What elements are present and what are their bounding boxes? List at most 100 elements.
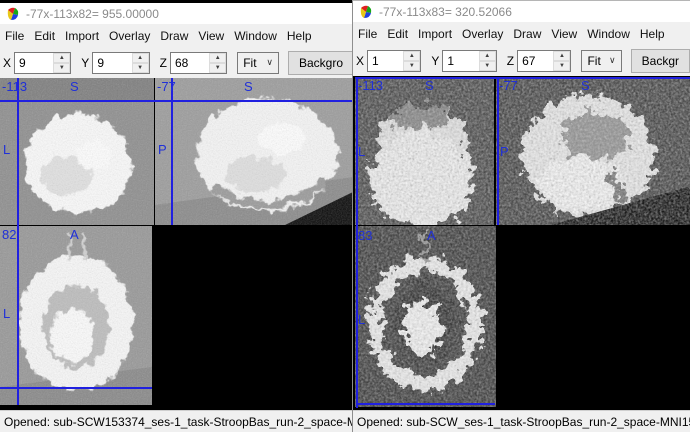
y-coordinate-value[interactable]: 9: [93, 53, 131, 73]
menu-file[interactable]: File: [353, 25, 382, 43]
orientation-label-superior: S: [70, 79, 79, 94]
slice-display-area[interactable]: -113 S L -77 S P 82 A L: [0, 78, 354, 410]
menu-file[interactable]: File: [0, 27, 29, 45]
menu-edit[interactable]: Edit: [382, 25, 413, 43]
menu-help[interactable]: Help: [635, 25, 670, 43]
zoom-mode-value: Fit: [243, 56, 256, 70]
menu-draw[interactable]: Draw: [508, 25, 546, 43]
menu-window[interactable]: Window: [229, 27, 282, 45]
x-spin-down-button[interactable]: ▼: [53, 63, 70, 73]
axial-brain-image[interactable]: [0, 226, 152, 405]
menu-view[interactable]: View: [193, 27, 229, 45]
y-coordinate-label: Y: [431, 54, 439, 68]
crosshair-horizontal-line: [357, 403, 495, 405]
z-coordinate-label: Z: [160, 56, 167, 70]
background-button[interactable]: Backgr: [631, 49, 690, 73]
x-coordinate-spinner[interactable]: 9 ▲ ▼: [14, 52, 71, 74]
axial-brain-image[interactable]: [355, 226, 496, 407]
y-coordinate-spinner[interactable]: 1 ▲ ▼: [442, 50, 496, 72]
y-spin-up-button[interactable]: ▲: [132, 53, 149, 63]
axial-view[interactable]: [0, 226, 152, 405]
coordinate-toolbar: X 9 ▲ ▼ Y 9 ▲ ▼ Z 68 ▲ ▼ Fit ∨: [0, 47, 354, 78]
x-coordinate-value[interactable]: 1: [368, 51, 403, 71]
menu-overlay[interactable]: Overlay: [104, 27, 155, 45]
slice-coordinate-label: -113: [2, 79, 27, 94]
z-coordinate-value[interactable]: 68: [171, 53, 209, 73]
coronal-brain-image[interactable]: [355, 78, 494, 225]
crosshair-horizontal-line: [0, 100, 353, 102]
menu-view[interactable]: View: [546, 25, 582, 43]
menu-overlay[interactable]: Overlay: [457, 25, 508, 43]
z-spin-up-button[interactable]: ▲: [553, 51, 570, 61]
slice-coordinate-label: 83: [358, 228, 372, 243]
crosshair-vertical-line: [17, 78, 19, 405]
menu-import[interactable]: Import: [60, 27, 104, 45]
title-bar[interactable]: -77x-113x82= 955.00000: [0, 3, 354, 24]
z-coordinate-spinner[interactable]: 67 ▲ ▼: [517, 50, 571, 72]
menu-window[interactable]: Window: [582, 25, 635, 43]
crosshair-horizontal-line: [355, 77, 690, 79]
slice-coordinate-label: -77: [499, 78, 518, 93]
crosshair-vertical-line: [356, 78, 358, 408]
z-coordinate-spinner[interactable]: 68 ▲ ▼: [170, 52, 227, 74]
x-spin-up-button[interactable]: ▲: [403, 51, 420, 61]
sagittal-view[interactable]: [496, 78, 690, 225]
orientation-label-posterior: P: [500, 144, 509, 159]
orientation-label-left: L: [3, 142, 10, 157]
viewer-window-left: -77x-113x82= 955.00000 File Edit Import …: [0, 3, 354, 432]
orientation-label-superior: S: [244, 79, 253, 94]
sagittal-brain-image[interactable]: [496, 78, 690, 225]
window-title: -77x-113x82= 955.00000: [26, 7, 159, 21]
z-spin-down-button[interactable]: ▼: [209, 63, 226, 73]
menu-draw[interactable]: Draw: [155, 27, 193, 45]
orientation-label-superior: S: [581, 78, 590, 93]
orientation-label-left: L: [358, 312, 365, 327]
app-icon: [6, 7, 20, 21]
zoom-mode-select[interactable]: Fit ∨: [237, 52, 279, 74]
coordinate-toolbar: X 1 ▲ ▼ Y 1 ▲ ▼ Z 67 ▲ ▼ Fit ∨: [353, 45, 690, 76]
slice-coordinate-label: 82: [2, 227, 16, 242]
x-spin-up-button[interactable]: ▲: [53, 53, 70, 63]
background-button[interactable]: Backgro: [288, 51, 354, 75]
orientation-label-anterior: A: [427, 228, 436, 243]
menu-edit[interactable]: Edit: [29, 27, 60, 45]
slice-coordinate-label: -113: [358, 78, 383, 93]
crosshair-vertical-line: [497, 78, 499, 225]
y-coordinate-label: Y: [81, 56, 89, 70]
status-text: Opened: sub-SCW_ses-1_task-StroopBas_run…: [357, 415, 690, 429]
y-spin-down-button[interactable]: ▼: [479, 61, 496, 71]
orientation-label-anterior: A: [70, 227, 79, 242]
app-icon: [359, 5, 373, 19]
slice-coordinate-label: -77: [157, 79, 176, 94]
coronal-view[interactable]: [355, 78, 494, 225]
axial-view[interactable]: [355, 226, 496, 407]
slice-display-area[interactable]: -113 S L -77 S P 83 A L: [353, 76, 690, 411]
menu-bar: File Edit Import Overlay Draw View Windo…: [0, 24, 354, 47]
viewer-window-right: -77x-113x83= 320.52066 File Edit Import …: [352, 0, 690, 432]
chevron-down-icon: ∨: [609, 55, 616, 66]
orientation-label-superior: S: [425, 78, 434, 93]
menu-help[interactable]: Help: [282, 27, 317, 45]
y-spin-up-button[interactable]: ▲: [479, 51, 496, 61]
status-bar: Opened: sub-SCW153374_ses-1_task-StroopB…: [0, 410, 354, 432]
x-coordinate-value[interactable]: 9: [15, 53, 53, 73]
zoom-mode-select[interactable]: Fit ∨: [581, 50, 621, 72]
z-spin-up-button[interactable]: ▲: [209, 53, 226, 63]
z-coordinate-value[interactable]: 67: [518, 51, 553, 71]
x-coordinate-label: X: [356, 54, 364, 68]
window-title: -77x-113x83= 320.52066: [379, 5, 512, 19]
x-coordinate-spinner[interactable]: 1 ▲ ▼: [367, 50, 421, 72]
crosshair-horizontal-line: [0, 387, 152, 389]
y-spin-down-button[interactable]: ▼: [132, 63, 149, 73]
menu-bar: File Edit Import Overlay Draw View Windo…: [353, 22, 690, 45]
orientation-label-left: L: [358, 144, 365, 159]
status-bar: Opened: sub-SCW_ses-1_task-StroopBas_run…: [353, 410, 690, 432]
menu-import[interactable]: Import: [413, 25, 457, 43]
title-bar[interactable]: -77x-113x83= 320.52066: [353, 1, 690, 22]
zoom-mode-value: Fit: [587, 54, 600, 68]
x-spin-down-button[interactable]: ▼: [403, 61, 420, 71]
y-coordinate-value[interactable]: 1: [443, 51, 478, 71]
z-spin-down-button[interactable]: ▼: [553, 61, 570, 71]
z-coordinate-label: Z: [507, 54, 514, 68]
y-coordinate-spinner[interactable]: 9 ▲ ▼: [92, 52, 149, 74]
